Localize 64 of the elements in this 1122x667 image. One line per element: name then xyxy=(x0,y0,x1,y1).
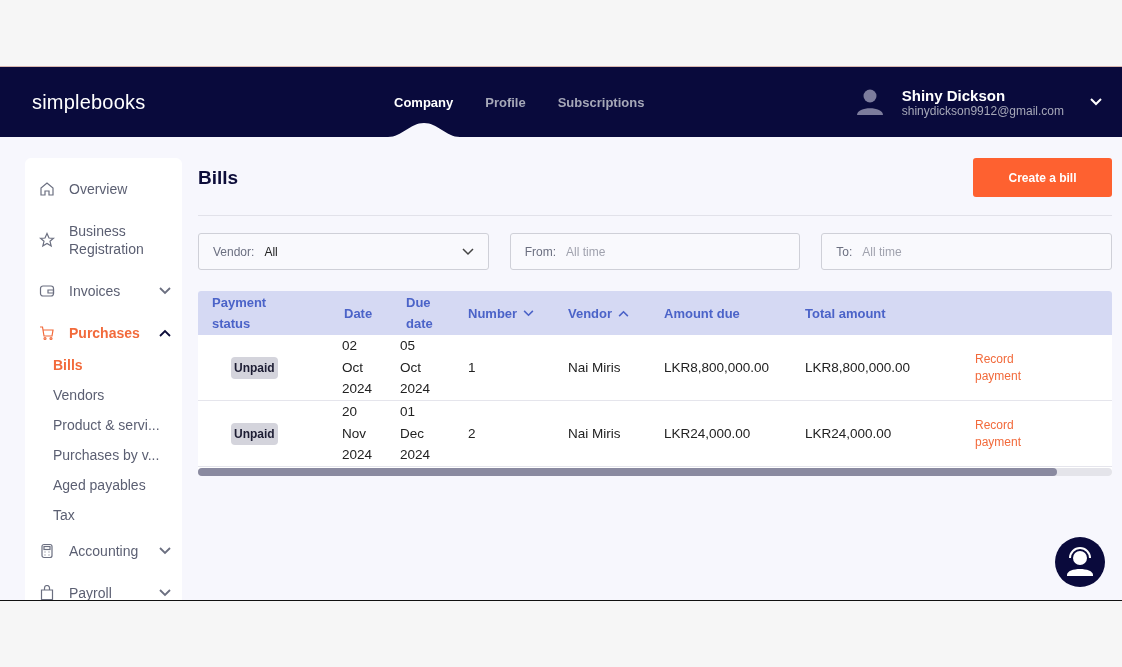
bag-icon xyxy=(39,585,55,600)
table-cell: Nai Miris xyxy=(568,360,621,375)
nav-tab[interactable]: Profile xyxy=(471,67,540,137)
sidebar-subitem[interactable]: Vendors xyxy=(25,386,182,416)
sidebar-subitem[interactable]: Product & servi... xyxy=(25,416,182,446)
chevron-down-icon xyxy=(159,589,171,597)
table-cell: LKR8,800,000.00 xyxy=(805,360,911,375)
column-header: Date xyxy=(343,304,374,323)
date-input[interactable]: All time xyxy=(862,244,1097,259)
nav-tab[interactable]: Company xyxy=(380,67,468,137)
status-badge: Unpaid xyxy=(231,423,278,445)
column-header: Due date xyxy=(405,294,434,333)
brand-logo[interactable]: simplebooks xyxy=(32,90,146,114)
sort-up-icon[interactable] xyxy=(618,309,630,317)
table-cell-text: 02 Oct 2024 xyxy=(341,337,374,399)
table-cell-text: 05 Oct 2024 xyxy=(399,337,432,399)
chevron-up-icon xyxy=(159,329,171,337)
sort-down-icon[interactable] xyxy=(523,309,535,317)
sidebar-item[interactable]: Invoices xyxy=(25,276,182,306)
column-header: Total amount xyxy=(804,304,887,323)
chevron-down-icon xyxy=(159,547,171,555)
sidebar-subitem[interactable]: Purchases by v... xyxy=(25,446,182,476)
horizontal-scrollbar[interactable] xyxy=(198,468,1112,476)
nav-tab[interactable]: Subscriptions xyxy=(543,67,659,137)
sidebar-subitem[interactable]: Tax xyxy=(25,506,182,536)
filter-label: From: xyxy=(524,244,556,259)
status-badge: Unpaid xyxy=(231,357,278,379)
filter-label: Vendor: xyxy=(213,244,255,259)
date-input[interactable]: All time xyxy=(566,244,786,259)
column-header[interactable]: Vendor xyxy=(554,302,650,324)
date-field[interactable]: From: All time xyxy=(509,233,801,270)
table-cell: 1 xyxy=(468,360,476,375)
table-cell: 2 xyxy=(468,426,476,441)
wallet-icon xyxy=(39,283,55,299)
chevron-down-icon[interactable] xyxy=(1090,98,1102,106)
user-email: shinydickson9912@gmail.com xyxy=(901,103,1064,118)
sidebar-item[interactable]: Payroll xyxy=(25,578,182,600)
star-icon xyxy=(39,232,55,248)
column-header: Payment status xyxy=(211,294,268,333)
table-cell: LKR8,800,000.00 xyxy=(664,360,770,375)
sidebar-item[interactable]: Business Registration xyxy=(25,216,182,264)
cart-icon xyxy=(39,325,55,341)
sidebar-item[interactable]: Overview xyxy=(25,174,182,204)
filter-label: To: xyxy=(836,244,853,259)
date-field[interactable]: To: All time xyxy=(821,233,1112,270)
sidebar-item[interactable]: Accounting xyxy=(25,536,182,566)
table-cell-text: 01 Dec 2024 xyxy=(399,403,432,465)
chevron-down-icon xyxy=(159,287,171,295)
calculator-icon xyxy=(39,543,55,559)
table-cell-text: 20 Nov 2024 xyxy=(341,403,374,465)
table-cell: LKR24,000.00 xyxy=(664,426,751,441)
column-header: Amount due xyxy=(663,304,741,323)
vendor-dropdown[interactable]: Vendor: All xyxy=(198,233,489,270)
table-cell: Nai Miris xyxy=(568,426,621,441)
filter-value: All xyxy=(264,244,278,259)
sidebar-subitem[interactable]: Aged payables xyxy=(25,476,182,506)
user-avatar-icon xyxy=(855,88,884,116)
support-agent-icon[interactable] xyxy=(1055,537,1105,587)
user-name: Shiny Dickson xyxy=(901,86,1007,104)
page-title: Bills xyxy=(198,166,239,189)
table-cell: LKR24,000.00 xyxy=(805,426,892,441)
chevron-down-icon xyxy=(461,247,474,256)
home-icon xyxy=(39,181,55,197)
column-header[interactable]: Number xyxy=(454,302,554,324)
